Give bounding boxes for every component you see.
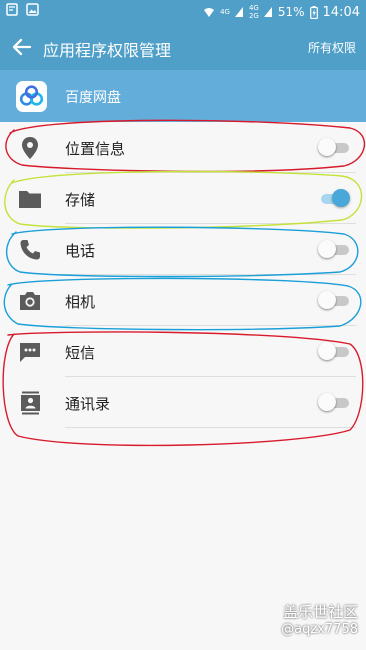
toggle-knob [318, 342, 336, 360]
permission-label: 相机 [65, 293, 96, 311]
permission-label: 存储 [65, 191, 96, 209]
status-indicators: 4G 4G 2G 51% 14:04 [203, 4, 360, 20]
permission-row-sms[interactable]: 短信 [0, 326, 366, 377]
page-title: 应用程序权限管理 [43, 41, 172, 60]
baidu-netdisk-logo-icon [19, 85, 44, 106]
camera-icon [20, 292, 40, 310]
watermark-community: 盖乐世社区 [282, 603, 358, 621]
all-permissions-button[interactable]: 所有权限 [308, 39, 356, 56]
watermark: 盖乐世社区 @aqzx7758 [281, 601, 358, 637]
folder-icon [19, 191, 41, 208]
permission-row-storage[interactable]: 存储 [0, 173, 366, 224]
permission-row-location[interactable]: 位置信息 [0, 122, 366, 173]
signal-icon [234, 7, 243, 17]
sms-toggle[interactable] [318, 342, 349, 360]
status-notifications [6, 3, 39, 17]
toggle-knob [318, 138, 336, 156]
location-pin-icon [22, 137, 38, 159]
permission-row-contacts[interactable]: 通讯录 [0, 377, 366, 428]
location-toggle[interactable] [318, 138, 349, 156]
app-bar: 应用程序权限管理 所有权限 [0, 24, 366, 70]
permission-label: 通讯录 [65, 395, 111, 413]
image-notification-icon [26, 3, 39, 16]
message-icon [20, 343, 40, 362]
battery-icon [309, 5, 318, 19]
watermark-user: @aqzx7758 [281, 622, 358, 637]
divider [65, 427, 356, 428]
battery-percent: 51% [277, 5, 305, 19]
permission-label: 位置信息 [65, 140, 126, 158]
contacts-icon [21, 391, 40, 415]
network-4g-label: 4G [220, 8, 230, 16]
signal-icon-2 [263, 7, 272, 17]
phone-toggle[interactable] [318, 240, 349, 258]
permission-row-phone[interactable]: 电话 [0, 224, 366, 275]
network-dual-label: 4G 2G [249, 4, 259, 20]
network-4g-label-2: 4G [248, 4, 259, 12]
camera-toggle[interactable] [318, 291, 349, 309]
status-bar: 4G 4G 2G 51% 14:04 [0, 0, 366, 24]
toggle-knob [318, 393, 336, 411]
contacts-toggle[interactable] [318, 393, 349, 411]
notification-flag-icon [6, 3, 18, 16]
app-name: 百度网盘 [65, 90, 121, 106]
permission-label: 短信 [65, 344, 96, 362]
clock: 14:04 [322, 4, 360, 20]
back-arrow-icon[interactable] [10, 35, 34, 59]
app-info-row: 百度网盘 [0, 70, 366, 122]
toggle-knob [332, 189, 350, 207]
phone-icon [20, 240, 40, 260]
toggle-knob [318, 291, 336, 309]
toggle-knob [318, 240, 336, 258]
permission-label: 电话 [65, 242, 96, 260]
network-2g-label: 2G [248, 12, 259, 20]
storage-toggle[interactable] [318, 189, 350, 207]
wifi-icon [204, 8, 215, 17]
baidu-netdisk-app-icon [16, 81, 47, 112]
permission-list: 位置信息 存储 电话 相机 短信 通讯录 [0, 122, 366, 428]
permission-row-camera[interactable]: 相机 [0, 275, 366, 326]
